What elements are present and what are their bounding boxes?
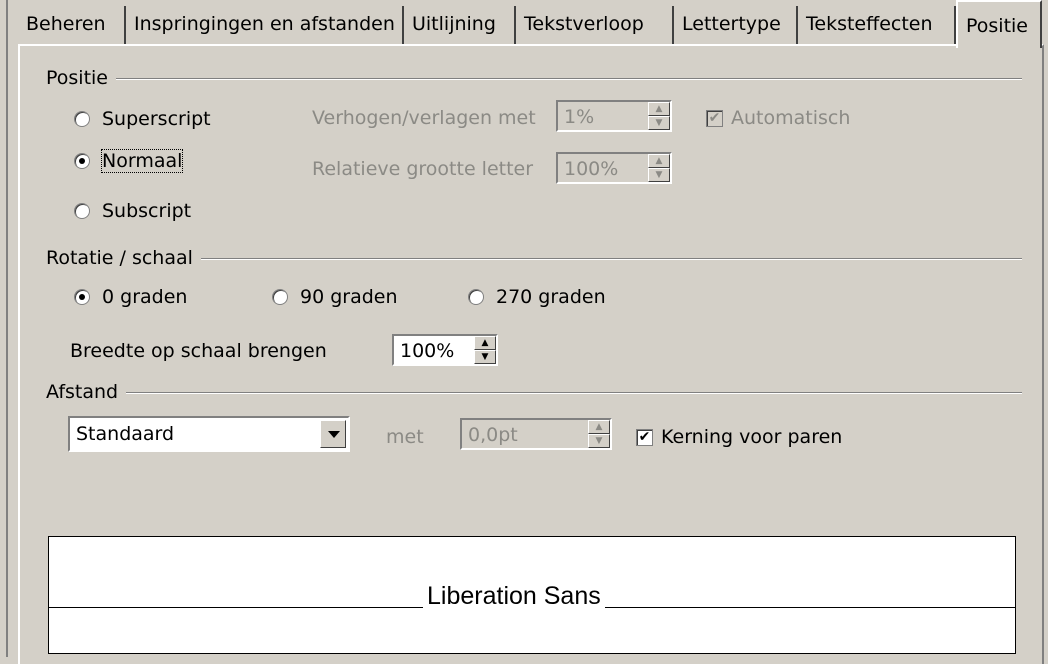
preview-text: Liberation Sans [423, 583, 605, 609]
rotation-0-label: 0 graden [102, 286, 188, 308]
radio-indicator-selected [74, 289, 90, 305]
kerning-checkbox[interactable]: ✔ Kerning voor paren [636, 424, 842, 450]
kerning-label: Kerning voor paren [661, 426, 843, 448]
font-preview: Liberation Sans [48, 536, 1016, 654]
spin-down-icon[interactable]: ▼ [588, 434, 610, 448]
automatic-label: Automatisch [731, 107, 851, 129]
chevron-down-icon[interactable] [320, 420, 346, 448]
spacing-group-label: Afstand [46, 380, 127, 404]
spacing-by-value: 0,0pt [468, 424, 518, 446]
position-group-label: Positie [46, 66, 117, 90]
tab-beheren[interactable]: Beheren [18, 6, 126, 44]
spin-up-icon[interactable]: ▲ [648, 102, 670, 116]
tab-tekstverloop[interactable]: Tekstverloop [516, 6, 674, 44]
subscript-label: Subscript [102, 200, 192, 222]
spacing-by-label: met [386, 426, 424, 448]
spin-down-icon[interactable]: ▼ [648, 116, 670, 130]
spacing-mode-dropdown[interactable]: Standaard [68, 416, 350, 452]
scale-width-label: Breedte op schaal brengen [70, 340, 327, 362]
radio-indicator [74, 203, 90, 219]
checkmark-icon: ✔ [636, 428, 653, 446]
tab-teksteffecten[interactable]: Teksteffecten [798, 6, 956, 44]
spin-down-icon[interactable]: ▼ [648, 168, 670, 182]
spacing-group-header: Afstand [46, 380, 1022, 404]
radio-indicator [468, 289, 484, 305]
relative-size-spin[interactable]: 100% ▲ ▼ [556, 152, 672, 184]
rotation-270-radio[interactable]: 270 graden [468, 284, 606, 310]
rotation-group-label: Rotatie / schaal [46, 246, 201, 270]
raise-lower-value: 1% [564, 106, 595, 128]
radio-indicator-selected [74, 153, 90, 169]
scale-width-spin[interactable]: 100% ▲ ▼ [392, 334, 498, 366]
superscript-radio[interactable]: Superscript [74, 106, 211, 132]
tab-lettertype[interactable]: Lettertype [674, 6, 798, 44]
automatic-checkbox[interactable]: ✔ Automatisch [706, 105, 850, 131]
superscript-label: Superscript [102, 108, 211, 130]
spin-up-icon[interactable]: ▲ [648, 154, 670, 168]
tab-uitlijning[interactable]: Uitlijning [404, 6, 516, 44]
rotation-270-label: 270 graden [496, 286, 606, 308]
spin-up-icon[interactable]: ▲ [588, 420, 610, 434]
rotation-90-radio[interactable]: 90 graden [272, 284, 398, 310]
normal-radio[interactable]: Normaal [74, 148, 184, 174]
subscript-radio[interactable]: Subscript [74, 198, 191, 224]
left-frame-edge [0, 0, 14, 657]
tab-positie[interactable]: Positie [956, 0, 1042, 48]
rotation-group-header: Rotatie / schaal [46, 246, 1022, 270]
tab-strip: Beheren Inspringingen en afstanden Uitli… [0, 0, 1048, 48]
normal-label: Normaal [100, 149, 184, 173]
radio-indicator [272, 289, 288, 305]
checkmark-icon: ✔ [706, 109, 723, 127]
spacing-by-spin[interactable]: 0,0pt ▲ ▼ [460, 418, 612, 450]
rotation-0-radio[interactable]: 0 graden [74, 284, 187, 310]
spin-up-icon[interactable]: ▲ [474, 336, 496, 350]
scale-width-value: 100% [400, 340, 455, 362]
raise-lower-label: Verhogen/verlagen met [312, 107, 536, 129]
relative-size-value: 100% [564, 158, 619, 180]
relative-size-label: Relatieve grootte letter [312, 158, 534, 180]
tab-inspringingen[interactable]: Inspringingen en afstanden [126, 6, 404, 44]
position-group-header: Positie [46, 66, 1022, 90]
spin-down-icon[interactable]: ▼ [474, 350, 496, 364]
rotation-90-label: 90 graden [300, 286, 398, 308]
raise-lower-spin[interactable]: 1% ▲ ▼ [556, 100, 672, 132]
radio-indicator [74, 111, 90, 127]
spacing-mode-value: Standaard [76, 423, 175, 445]
